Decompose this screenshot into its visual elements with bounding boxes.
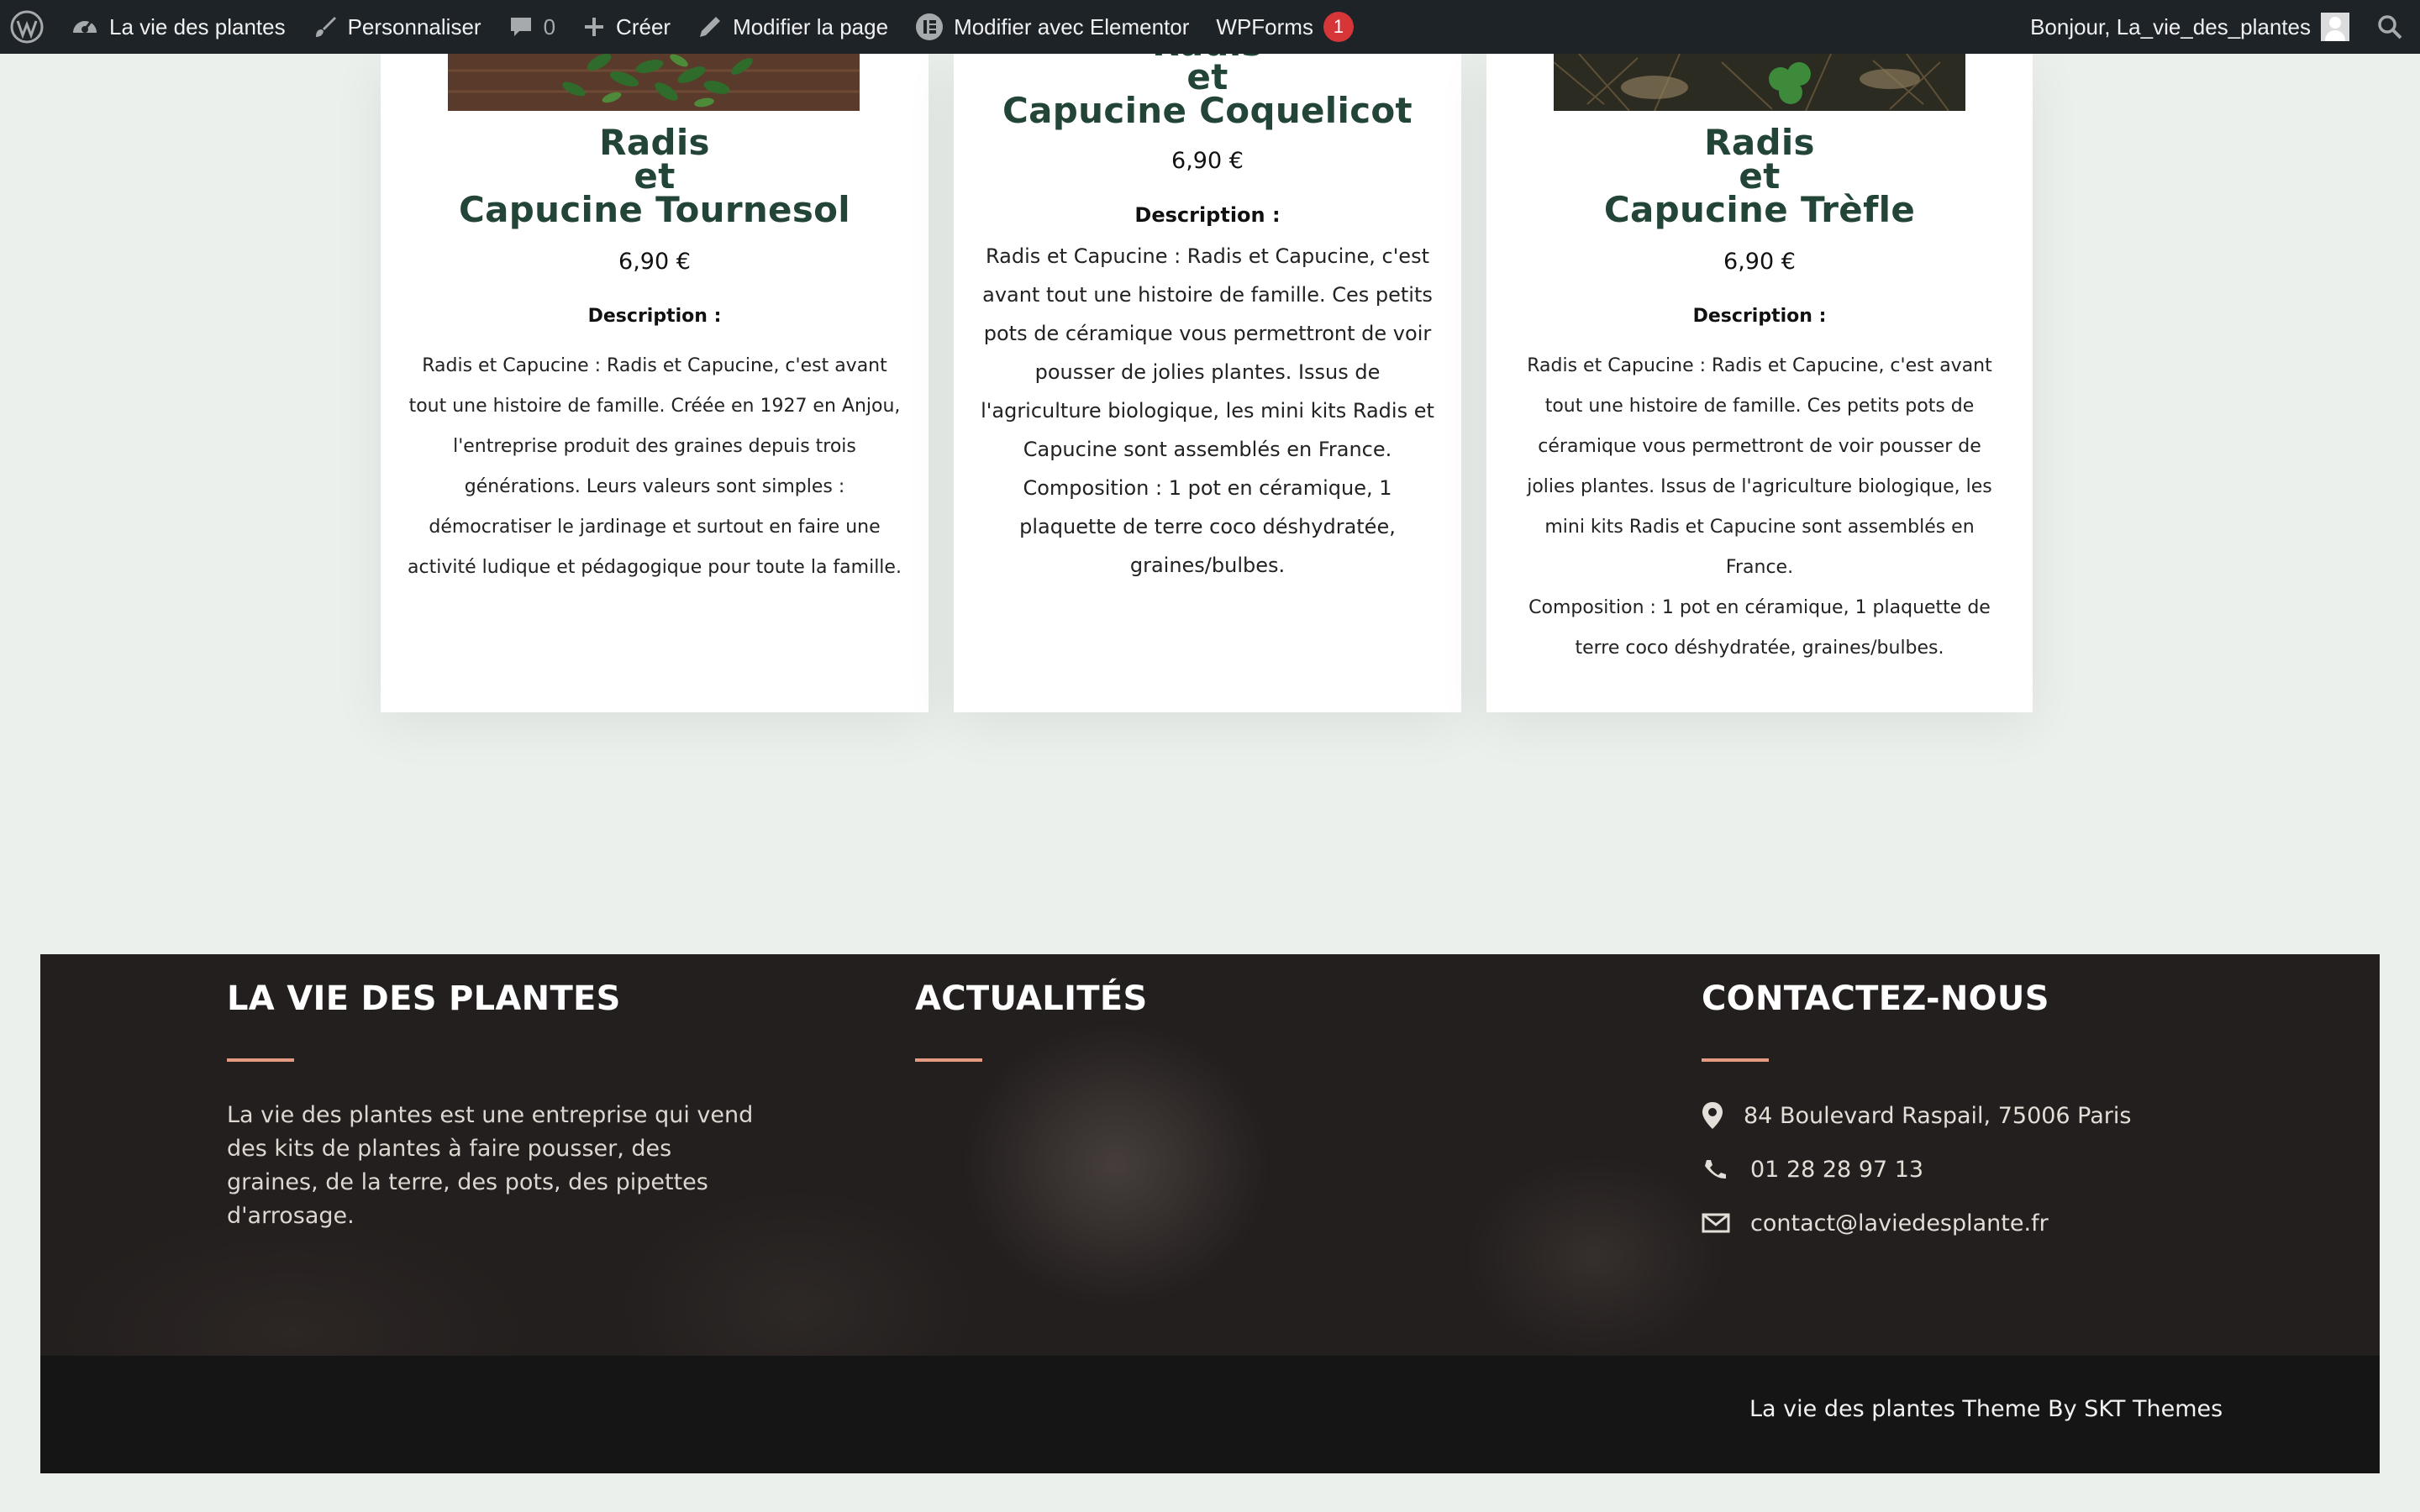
theme-credit-link[interactable]: La vie des plantes Theme By SKT Themes <box>1749 1396 2223 1422</box>
search-icon <box>2378 15 2402 39</box>
comment-bubble-icon <box>510 18 531 36</box>
wpforms-label: WPForms <box>1216 13 1313 39</box>
product-card: Radis et Capucine Trèfle 6,90 € Descript… <box>1486 54 2033 712</box>
heading-underline <box>915 1058 982 1062</box>
pencil-icon <box>700 17 721 37</box>
product-description: Radis et Capucine : Radis et Capucine, c… <box>981 244 1434 577</box>
wpforms-notification-badge: 1 <box>1323 12 1354 42</box>
new-content-label: Créer <box>616 13 671 39</box>
map-pin-icon <box>1702 1102 1723 1129</box>
footer-about-text: La vie des plantes est une entreprise qu… <box>227 1102 754 1229</box>
wpforms-menu[interactable]: WPForms 1 <box>1202 0 1367 54</box>
greeting-label: Bonjour, La_vie_des_plantes <box>2030 13 2311 39</box>
avatar <box>2321 13 2349 41</box>
product-title[interactable]: Radis et Capucine Tournesol <box>381 125 929 228</box>
product-description: Radis et Capucine : Radis et Capucine, c… <box>408 355 902 578</box>
elementor-icon <box>916 13 944 40</box>
footer-contact-column: CONTACTEZ-NOUS 84 Boulevard Raspail, 750… <box>1702 979 2290 1260</box>
phone-icon <box>1705 1160 1726 1179</box>
admin-search-button[interactable] <box>2363 0 2420 54</box>
wordpress-icon <box>10 10 44 44</box>
customize-link[interactable]: Personnaliser <box>299 0 495 54</box>
footer-news-column: ACTUALITÉS <box>915 979 1419 1062</box>
product-image[interactable] <box>1554 54 1965 114</box>
elementor-label: Modifier avec Elementor <box>954 13 1190 39</box>
site-footer: LA VIE DES PLANTES La vie des plantes es… <box>40 954 2380 1356</box>
envelope-icon <box>1702 1213 1730 1233</box>
description-heading: Description : <box>1692 306 1827 327</box>
description-heading: Description : <box>587 306 722 327</box>
contact-email[interactable]: contact@laviedesplante.fr <box>1702 1206 2290 1240</box>
comments-link[interactable]: 0 <box>495 0 569 54</box>
contact-phone[interactable]: 01 28 28 97 13 <box>1702 1152 2290 1186</box>
product-description: Radis et Capucine : Radis et Capucine, c… <box>1527 355 1992 659</box>
site-name-menu[interactable]: La vie des plantes <box>57 0 299 54</box>
product-price: 6,90 € <box>1171 148 1244 174</box>
edit-page-label: Modifier la page <box>733 13 889 39</box>
product-image[interactable] <box>448 54 860 114</box>
product-card: Radis et Capucine Coquelicot 6,90 € Desc… <box>954 40 1461 712</box>
product-title[interactable]: Radis et Capucine Trèfle <box>1486 125 2033 228</box>
plus-icon <box>585 18 604 36</box>
comments-count: 0 <box>543 13 556 39</box>
product-price: 6,90 € <box>1723 249 1796 275</box>
contact-address: 84 Boulevard Raspail, 75006 Paris <box>1702 1099 2290 1132</box>
fern-leaves-photo <box>448 54 860 111</box>
paintbrush-icon <box>315 17 336 37</box>
product-card: Radis et Capucine Tournesol 6,90 € Descr… <box>381 54 929 712</box>
edit-page-link[interactable]: Modifier la page <box>684 0 902 54</box>
clover-photo <box>1554 54 1965 112</box>
new-content-menu[interactable]: Créer <box>569 0 684 54</box>
copyright-bar: La vie des plantes Theme By SKT Themes <box>40 1356 2380 1473</box>
footer-about-heading: LA VIE DES PLANTES <box>227 979 621 1018</box>
elementor-edit-link[interactable]: Modifier avec Elementor <box>902 0 1202 54</box>
heading-underline <box>1702 1058 1769 1062</box>
dashboard-gauge-icon <box>73 21 97 33</box>
site-name-label: La vie des plantes <box>109 13 286 39</box>
footer-about-column: LA VIE DES PLANTES La vie des plantes es… <box>227 979 765 1233</box>
wp-admin-bar: La vie des plantes Personnaliser 0 Créer <box>0 0 2420 54</box>
customize-label: Personnaliser <box>347 13 481 39</box>
wordpress-logo-menu[interactable] <box>0 0 57 54</box>
heading-underline <box>227 1058 294 1062</box>
description-heading: Description : <box>1134 203 1281 227</box>
account-menu[interactable]: Bonjour, La_vie_des_plantes <box>2017 0 2363 54</box>
footer-news-heading: ACTUALITÉS <box>915 979 1148 1018</box>
product-price: 6,90 € <box>618 249 691 275</box>
footer-contact-heading: CONTACTEZ-NOUS <box>1702 979 2049 1018</box>
